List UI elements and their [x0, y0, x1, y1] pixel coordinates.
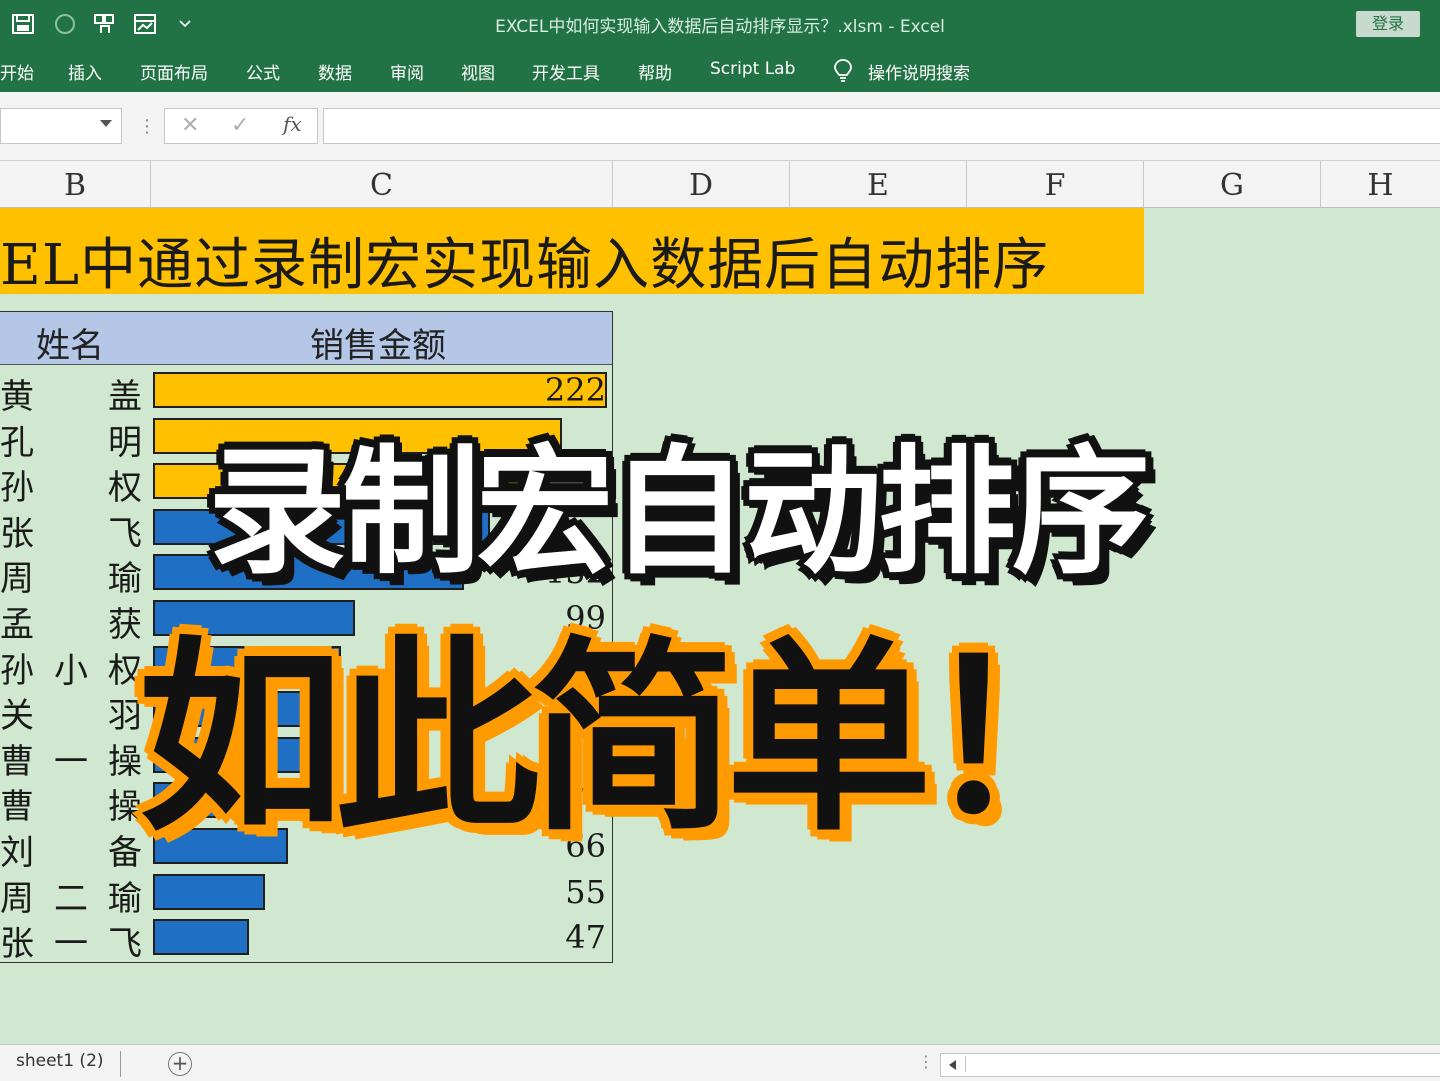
table-row[interactable]: 周二瑜 55 [0, 869, 612, 919]
tab-developer[interactable]: 开发工具 [532, 59, 600, 84]
window-title: EXCEL中如何实现输入数据后自动排序显示？.xlsm - Excel [495, 17, 945, 37]
column-header: B C D E F G H [0, 161, 1440, 208]
scrollbar-thumb[interactable] [965, 1056, 1436, 1072]
name-char: 盖 [108, 377, 142, 417]
amount-value: 47 [565, 918, 606, 957]
cancel-icon[interactable]: ✕ [181, 113, 199, 138]
tab-view[interactable]: 视图 [461, 59, 495, 84]
tab-page-layout[interactable]: 页面布局 [140, 59, 208, 84]
title-bar: EXCEL中如何实现输入数据后自动排序显示？.xlsm - Excel 登录 [0, 0, 1440, 48]
column-header-c[interactable]: C [151, 161, 613, 207]
name-char: 曹 [0, 741, 34, 782]
name-char: 羽 [108, 696, 142, 737]
name-char: 孟 [0, 605, 34, 645]
status-bar: sheet1 (2) + ⋮ [0, 1044, 1440, 1081]
name-char: 黄 [0, 377, 34, 417]
ribbon-tabs: 开始 插入 页面布局 公式 数据 审阅 视图 开发工具 帮助 Script La… [0, 48, 1440, 92]
tab-data[interactable]: 数据 [318, 59, 352, 84]
name-char: 一 [54, 924, 88, 965]
scroll-left-icon[interactable] [949, 1060, 956, 1070]
name-char: 小 [54, 650, 88, 691]
enter-icon[interactable]: ✓ [231, 113, 249, 138]
name-char: 飞 [108, 513, 142, 554]
name-char: 关 [0, 696, 34, 737]
name-char: 张 [0, 513, 34, 554]
name-char: 瑜 [108, 878, 142, 919]
overlay-subheadline: 如此简单！ [138, 619, 1128, 859]
data-bar [153, 873, 265, 910]
lightbulb-icon[interactable] [832, 58, 854, 82]
more-icon: ⋮ [918, 1052, 934, 1071]
name-char: 孙 [0, 650, 34, 691]
chevron-down-icon[interactable] [100, 120, 112, 127]
formula-bar: ⋮ ✕ ✓ fx [0, 92, 1440, 161]
name-char: 张 [0, 924, 34, 965]
column-header-h[interactable]: H [1321, 161, 1440, 207]
name-char: 二 [54, 878, 88, 919]
name-char: 刘 [0, 833, 34, 873]
formula-input[interactable] [323, 108, 1440, 144]
column-header-e[interactable]: E [790, 161, 967, 207]
name-char: 飞 [108, 924, 142, 965]
title-banner[interactable]: EL中通过录制宏实现输入数据后自动排序 [0, 208, 1144, 298]
table-row[interactable]: 张一飞 47 [0, 914, 612, 964]
tab-home[interactable]: 开始 [0, 59, 34, 84]
divider [120, 1051, 121, 1077]
name-char: 孔 [0, 422, 34, 463]
name-char: 曹 [0, 787, 34, 828]
name-char: 操 [108, 787, 142, 828]
tab-formulas[interactable]: 公式 [246, 59, 280, 84]
column-header-f[interactable]: F [967, 161, 1144, 207]
name-char: 操 [108, 741, 142, 782]
name-char: 明 [108, 422, 142, 463]
column-header-d[interactable]: D [613, 161, 790, 207]
header-amount[interactable]: 销售金额 [310, 318, 446, 367]
sheet-tab[interactable]: sheet1 (2) [16, 1051, 104, 1071]
data-bar [153, 919, 249, 956]
column-header-g[interactable]: G [1144, 161, 1321, 207]
name-char: 孙 [0, 468, 34, 509]
formula-buttons: ✕ ✓ fx [164, 108, 318, 144]
name-char: 瑜 [108, 559, 142, 600]
name-char: 周 [0, 559, 34, 600]
horizontal-scrollbar[interactable] [940, 1053, 1440, 1077]
more-icon: ⋮ [138, 116, 156, 137]
table-header: 姓名 销售金额 [0, 312, 612, 367]
tab-script-lab[interactable]: Script Lab [710, 59, 795, 79]
amount-value: 55 [565, 872, 606, 911]
column-header-b[interactable]: B [0, 161, 151, 207]
overlay-headline: 录制宏自动排序 [208, 432, 1150, 593]
sheet-title: EL中通过录制宏实现输入数据后自动排序 [0, 233, 1050, 298]
tab-help[interactable]: 帮助 [638, 59, 672, 84]
name-char: 权 [108, 468, 142, 509]
name-char: 一 [54, 741, 88, 782]
add-sheet-icon[interactable]: + [168, 1052, 192, 1076]
name-char: 备 [108, 833, 142, 873]
header-name[interactable]: 姓名 [36, 318, 104, 367]
name-char: 获 [108, 605, 142, 645]
tell-me-search[interactable]: 操作说明搜索 [868, 59, 970, 84]
insert-function-icon[interactable]: fx [283, 112, 302, 136]
name-char: 权 [108, 650, 142, 691]
tab-review[interactable]: 审阅 [390, 59, 424, 84]
tab-insert[interactable]: 插入 [68, 59, 102, 84]
name-char: 周 [0, 878, 34, 919]
login-button[interactable]: 登录 [1356, 11, 1420, 37]
